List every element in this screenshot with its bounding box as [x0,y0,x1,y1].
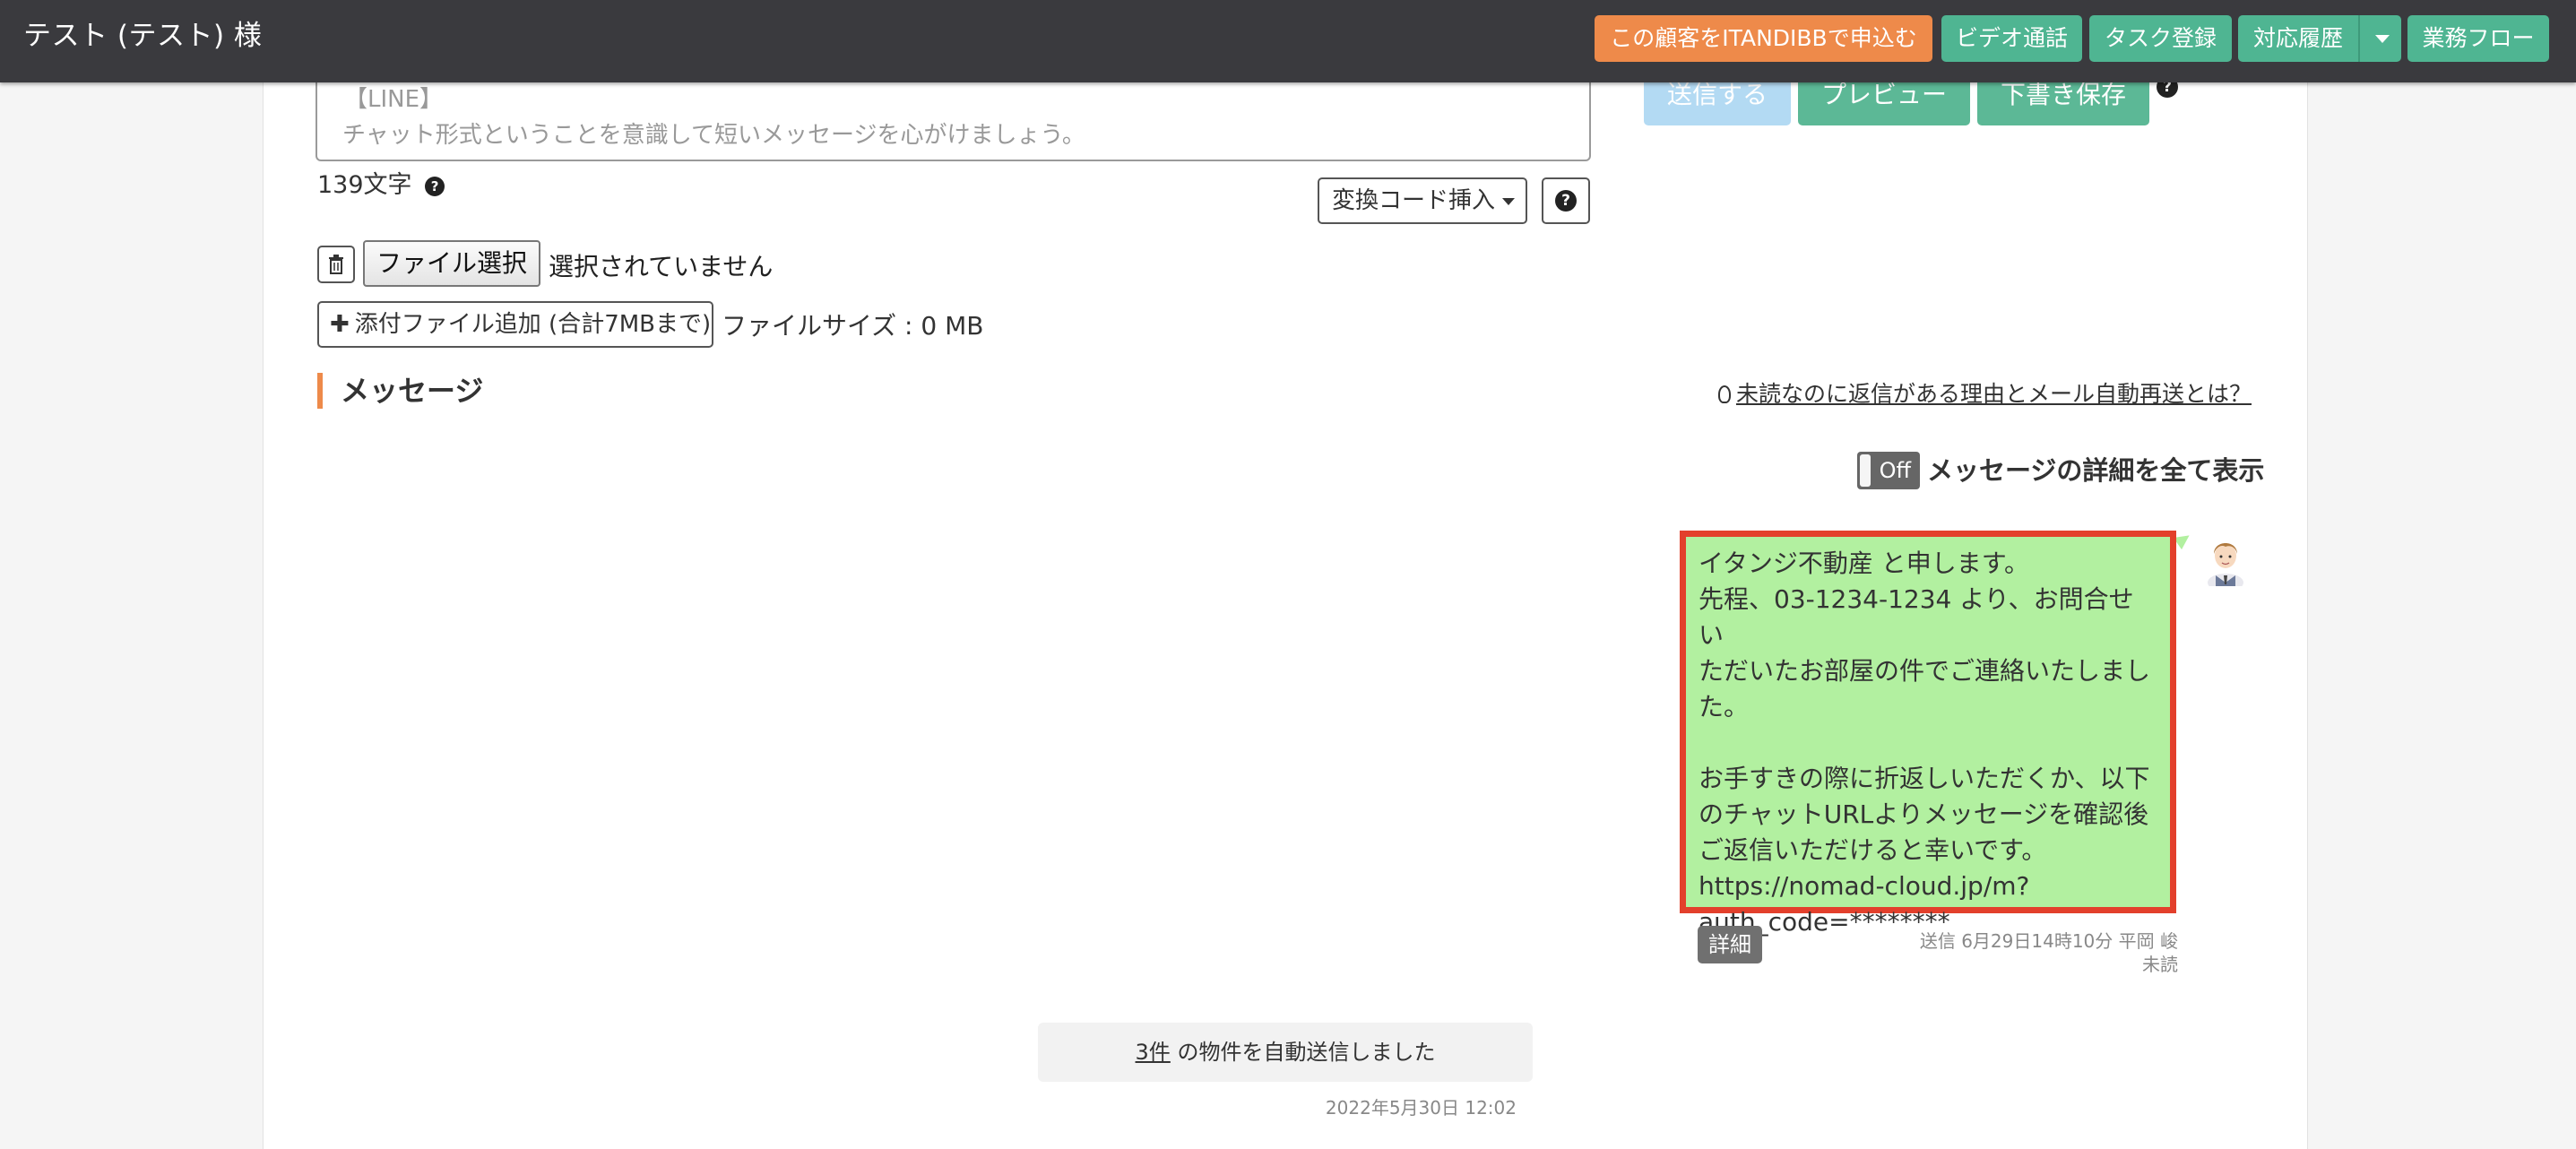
message-line: ただいたお部屋の件でご連絡いたしまし [1699,656,2151,686]
message-line: た。 [1699,692,1750,721]
history-button[interactable]: 対応履歴 [2238,15,2358,62]
message-line: イタンジ不動産 と申します。 [1699,549,2029,578]
auto-send-count-link[interactable]: 3件 [1136,1040,1171,1065]
show-details-toggle[interactable]: Off [1857,452,1920,489]
file-select-button[interactable]: ファイル選択 [363,240,540,287]
lightbulb-icon [1717,385,1731,403]
char-count-text: 139文字 [317,171,412,199]
message-line: ご返信いただけると幸いです。 [1699,835,2047,865]
unread-help-link-text: 未読なのに返信がある理由とメール自動再送とは？ [1735,381,2252,407]
auto-send-text: の物件を自動送信しました [1177,1040,1436,1065]
toggle-state: Off [1879,458,1911,483]
message-line: https://nomad-cloud.jp/m? [1699,871,2030,901]
unread-help-link[interactable]: 未読なのに返信がある理由とメール自動再送とは？ [1717,376,2252,409]
apply-itandibb-button[interactable]: この顧客をITANDIBBで申込む [1595,15,1932,62]
message-bubble: イタンジ不動産 と申します。 先程、03-1234-1234 より、お問合せい … [1680,531,2176,937]
messages-heading: メッセージ [317,373,483,409]
message-detail-button[interactable]: 詳細 [1698,926,1762,963]
show-details-label: メッセージの詳細を全て表示 [1927,455,2265,486]
add-attachment-button[interactable]: ✚ 添付ファイル追加 (合計7MBまで) [317,301,713,348]
trash-icon [329,255,343,274]
task-register-button[interactable]: タスク登録 [2089,15,2232,62]
message-sent-info: 送信 6月29日14時10分 平岡 峻 [1919,930,2178,952]
message-line: のチャットURLよりメッセージを確認後 [1699,799,2149,829]
plus-icon: ✚ [330,311,350,338]
history-dropdown-chevron-icon[interactable] [2358,15,2401,62]
add-attachment-label: 添付ファイル追加 (合計7MBまで) [354,311,712,338]
workflow-button[interactable]: 業務フロー [2407,15,2549,62]
top-bar: テスト (テスト) 様 この顧客をITANDIBBで申込む ビデオ通話 タスク登… [0,0,2576,82]
caret-down-icon [1502,197,1516,205]
customer-name: テスト (テスト) 様 [23,20,263,52]
convert-help-button[interactable]: ? [1542,177,1590,224]
video-call-button[interactable]: ビデオ通話 [1941,15,2082,62]
file-size-text: ファイルサイズ : 0 MB [722,311,984,341]
question-icon: ? [1555,190,1577,212]
message-line [1699,725,2157,761]
auto-send-notice: 3件 の物件を自動送信しました [1038,1023,1533,1082]
auto-send-date: 2022年5月30日 12:02 [1325,1097,1517,1119]
message-placeholder: チャット形式ということを意識して短いメッセージを心がけましょう。 [342,122,1085,149]
no-file-text: 選択されていません [549,252,774,281]
convert-code-label: 変換コード挿入 [1332,187,1496,214]
message-line: 先程、03-1234-1234 より、お問合せい [1699,584,2134,650]
toggle-knob [1860,454,1871,487]
char-count-help-icon[interactable]: ? [425,177,445,196]
staff-avatar [2208,543,2243,586]
convert-code-button[interactable]: 変換コード挿入 [1318,177,1527,224]
message-read-status: 未読 [2142,954,2178,975]
char-count: 139文字 ? [317,165,445,200]
message-line: お手すきの際に折返しいただくか、以下 [1699,764,2150,793]
channel-tag: 【LINE】 [344,86,444,113]
delete-file-button[interactable] [317,246,355,283]
